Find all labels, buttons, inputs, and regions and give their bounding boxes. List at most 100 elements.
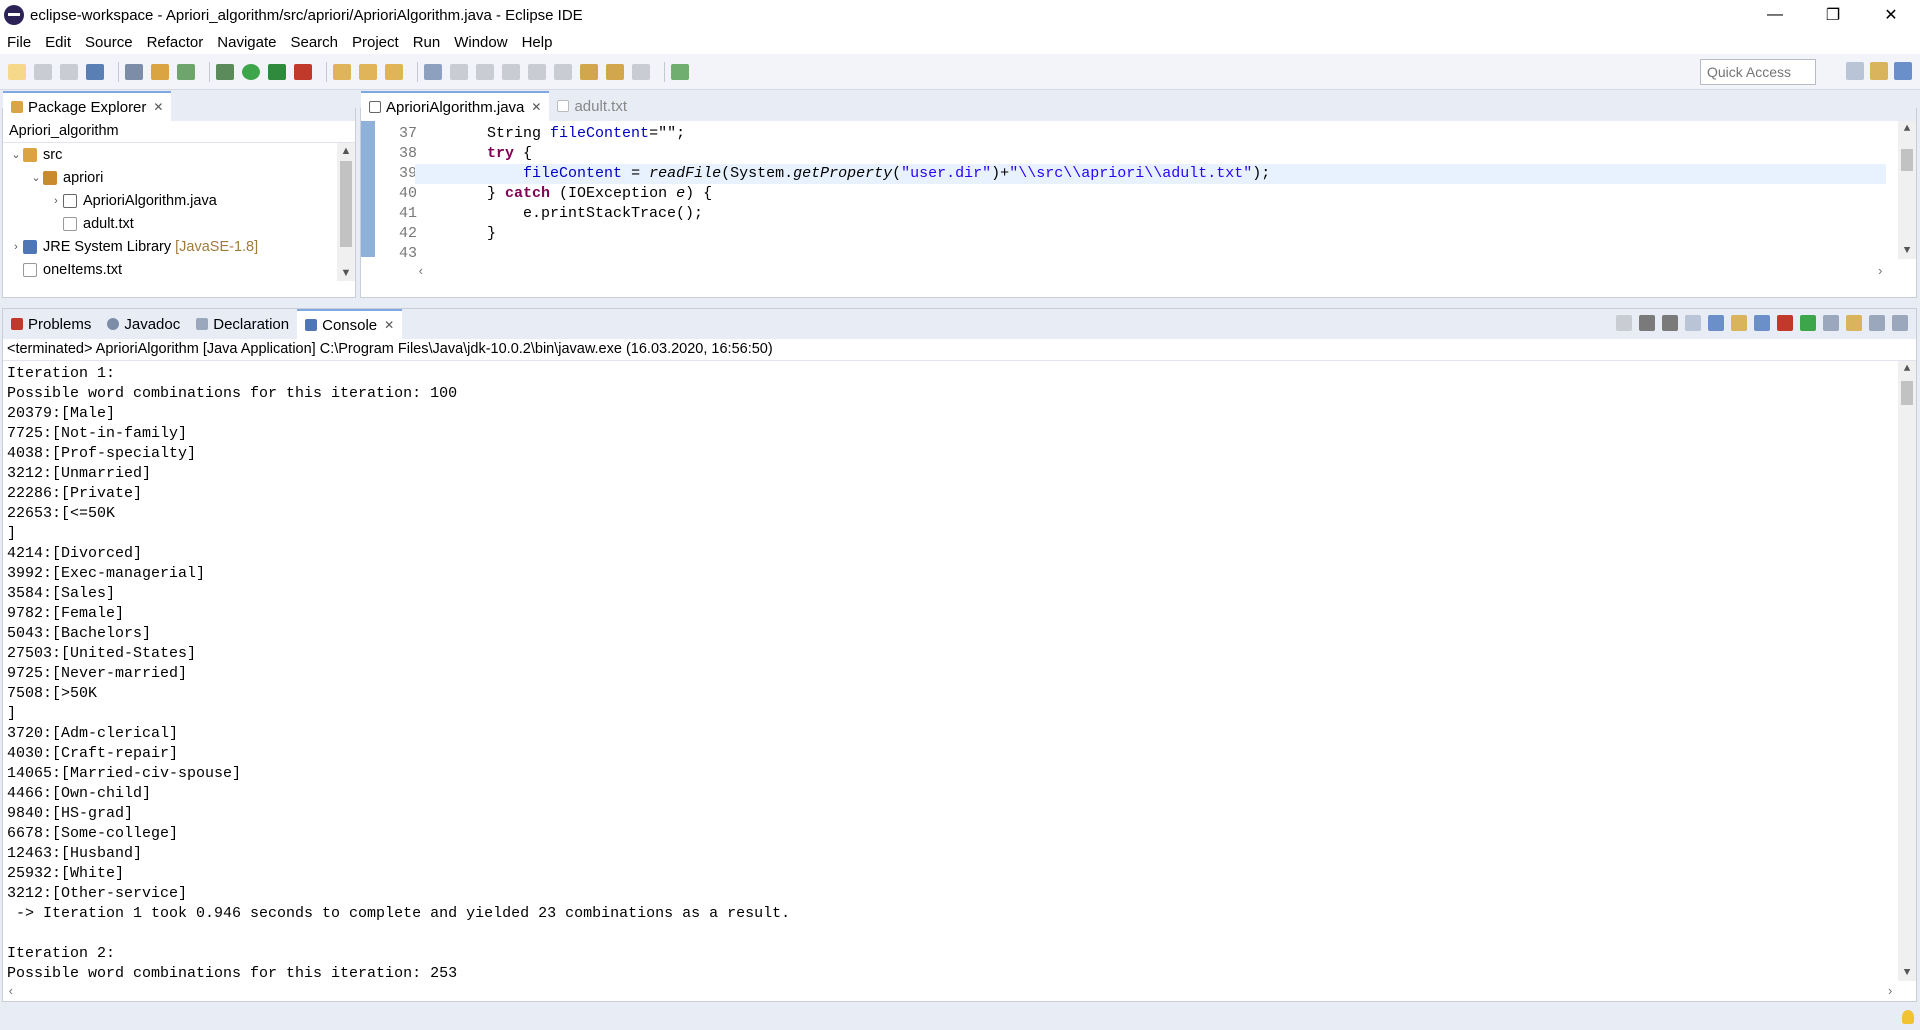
console-line: 12463:[Husband] <box>7 845 143 862</box>
scroll-right-arrow-icon[interactable]: › <box>1876 264 1884 279</box>
console-horizontal-scrollbar[interactable]: ‹ › <box>3 983 1898 1001</box>
tab-package-explorer[interactable]: Package Explorer ✕ <box>3 91 172 121</box>
show-on-stderr-icon[interactable] <box>1777 315 1793 331</box>
scroll-up-arrow-icon[interactable]: ▲ <box>1898 363 1916 375</box>
tab-aprioriaigorithm-java[interactable]: AprioriAlgorithm.java ✕ <box>361 91 550 121</box>
scroll-down-arrow-icon[interactable]: ▼ <box>337 267 355 279</box>
remove-all-terminated-icon[interactable] <box>1662 315 1678 331</box>
pin-console-icon[interactable] <box>1800 315 1816 331</box>
open-type-icon[interactable] <box>333 63 351 80</box>
save-icon[interactable] <box>34 63 52 80</box>
scroll-down-arrow-icon[interactable]: ▼ <box>1898 245 1916 257</box>
external-tools-icon[interactable] <box>294 63 312 80</box>
menu-file[interactable]: File <box>7 34 31 51</box>
code-lines: String fileContent=""; try { fileContent… <box>415 124 1886 264</box>
toggle-breadcrumb-icon[interactable] <box>450 63 468 80</box>
console-line: 20379:[Male] <box>7 405 116 422</box>
editor-horizontal-scrollbar[interactable]: ‹ › <box>415 263 1886 281</box>
remove-launch-icon[interactable] <box>1639 315 1655 331</box>
scroll-up-arrow-icon[interactable]: ▲ <box>337 145 355 157</box>
menu-project[interactable]: Project <box>352 34 399 51</box>
maximize-view-icon[interactable] <box>1892 315 1908 331</box>
overview-ruler <box>361 121 375 257</box>
coverage-icon[interactable] <box>268 63 286 80</box>
minimize-view-icon[interactable] <box>1869 315 1885 331</box>
tab-console[interactable]: Console ✕ <box>297 309 403 339</box>
code-line: } <box>415 224 1886 244</box>
scroll-left-arrow-icon[interactable]: ‹ <box>417 264 425 279</box>
menu-edit[interactable]: Edit <box>45 34 71 51</box>
scroll-down-arrow-icon[interactable]: ▼ <box>1898 967 1916 979</box>
tree-item-text-file[interactable]: oneItems.txt <box>3 258 355 281</box>
scrollbar-thumb[interactable] <box>1901 381 1913 405</box>
quick-access-input[interactable] <box>1700 59 1816 85</box>
menu-help[interactable]: Help <box>522 34 553 51</box>
menu-window[interactable]: Window <box>454 34 507 51</box>
new-java-package-icon[interactable] <box>151 63 169 80</box>
console-vertical-scrollbar[interactable]: ▲ ▼ <box>1898 361 1916 981</box>
code-editor[interactable]: 37 38 39 40 41 42 43 String fileContent=… <box>361 121 1916 281</box>
menu-search[interactable]: Search <box>290 34 338 51</box>
scroll-right-arrow-icon[interactable]: › <box>1886 984 1894 999</box>
show-whitespace-icon[interactable] <box>502 63 520 80</box>
next-annotation-icon[interactable] <box>528 63 546 80</box>
lightbulb-icon[interactable] <box>1902 1010 1914 1024</box>
terminate-icon[interactable] <box>1616 315 1632 331</box>
minimize-button[interactable]: — <box>1746 0 1804 30</box>
editor-vertical-scrollbar[interactable]: ▲ ▼ <box>1898 121 1916 259</box>
skip-breakpoints-icon[interactable] <box>125 63 143 80</box>
search-icon[interactable] <box>385 63 403 80</box>
close-icon[interactable]: ✕ <box>153 100 163 114</box>
back-icon[interactable] <box>606 63 624 80</box>
restore-button[interactable]: ❐ <box>1804 0 1862 30</box>
show-on-stdout-icon[interactable] <box>1754 315 1770 331</box>
toggle-block-selection-icon[interactable] <box>476 63 494 80</box>
close-icon[interactable]: ✕ <box>384 318 394 332</box>
tree-item-jre-library[interactable]: › JRE System Library [JavaSE-1.8] <box>3 235 355 258</box>
terminal-icon[interactable] <box>86 63 104 80</box>
display-console-icon[interactable] <box>1823 315 1839 331</box>
tree-item-text-file[interactable]: adult.txt <box>3 212 355 235</box>
tree-item-java-file[interactable]: › AprioriAlgorithm.java <box>3 189 355 212</box>
open-perspective-icon[interactable] <box>1846 62 1864 80</box>
close-icon[interactable]: ✕ <box>531 100 541 114</box>
new-icon[interactable] <box>8 63 26 80</box>
last-edit-location-icon[interactable] <box>580 63 598 80</box>
menu-run[interactable]: Run <box>413 34 441 51</box>
tab-declaration[interactable]: Declaration <box>188 309 297 339</box>
scroll-lock-icon[interactable] <box>1708 315 1724 331</box>
tab-problems[interactable]: Problems <box>3 309 99 339</box>
scroll-left-arrow-icon[interactable]: ‹ <box>7 984 15 999</box>
run-icon[interactable] <box>242 63 260 80</box>
java-perspective-icon[interactable] <box>1870 62 1888 80</box>
menu-refactor[interactable]: Refactor <box>147 34 204 51</box>
tree-item-package[interactable]: ⌄ apriori <box>3 166 355 189</box>
scrollbar-thumb[interactable] <box>1901 149 1913 171</box>
package-explorer-scrollbar[interactable]: ▲ ▼ <box>337 143 355 281</box>
debug-perspective-icon[interactable] <box>1894 62 1912 80</box>
clear-console-icon[interactable] <box>1685 315 1701 331</box>
chevron-down-icon[interactable]: ⌄ <box>9 148 23 161</box>
tab-adult-txt[interactable]: adult.txt <box>549 91 635 121</box>
chevron-right-icon[interactable]: › <box>9 241 23 253</box>
tab-javadoc[interactable]: Javadoc <box>99 309 188 339</box>
forward-icon[interactable] <box>632 63 650 80</box>
close-window-button[interactable]: ✕ <box>1862 0 1920 30</box>
previous-annotation-icon[interactable] <box>554 63 572 80</box>
save-all-icon[interactable] <box>60 63 78 80</box>
toggle-mark-occurrences-icon[interactable] <box>424 63 442 80</box>
open-task-icon[interactable] <box>359 63 377 80</box>
open-console-icon[interactable] <box>1846 315 1862 331</box>
tree-item-src[interactable]: ⌄ src <box>3 143 355 166</box>
word-wrap-icon[interactable] <box>1731 315 1747 331</box>
new-java-class-icon[interactable] <box>177 63 195 80</box>
chevron-right-icon[interactable]: › <box>49 195 63 207</box>
pin-editor-icon[interactable] <box>671 63 689 80</box>
chevron-down-icon[interactable]: ⌄ <box>29 171 43 184</box>
scrollbar-thumb[interactable] <box>340 161 352 247</box>
debug-icon[interactable] <box>216 63 234 80</box>
console-output[interactable]: Iteration 1: Possible word combinations f… <box>3 361 1916 1001</box>
menu-navigate[interactable]: Navigate <box>217 34 276 51</box>
menu-source[interactable]: Source <box>85 34 133 51</box>
scroll-up-arrow-icon[interactable]: ▲ <box>1898 123 1916 135</box>
